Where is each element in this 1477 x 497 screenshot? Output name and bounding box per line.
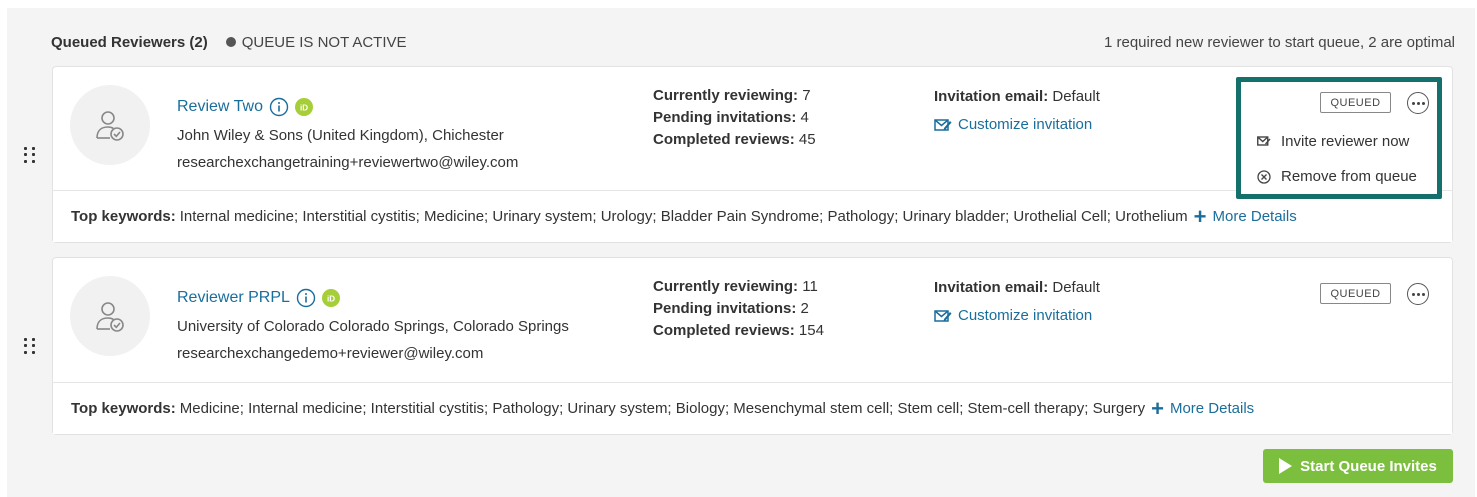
plus-icon: +	[1193, 203, 1207, 229]
keywords-list: Internal medicine; Interstitial cystitis…	[179, 208, 1188, 225]
reviewer-email: researchexchangetraining+reviewertwo@wil…	[177, 154, 519, 171]
invitation-email: Invitation email: Default	[934, 88, 1100, 105]
more-details-link[interactable]: + More Details	[1151, 395, 1254, 421]
orcid-icon[interactable]: iD	[321, 289, 340, 307]
edit-mail-icon	[934, 118, 952, 131]
plus-icon: +	[1151, 395, 1164, 421]
currently-reviewing-count: 7	[802, 87, 811, 104]
remove-from-queue-menu-item[interactable]: Remove from queue	[1241, 159, 1437, 194]
drag-handle-icon[interactable]	[24, 338, 36, 354]
user-check-icon	[96, 302, 124, 332]
top-keywords: Top keywords: Medicine; Internal medicin…	[53, 382, 1452, 434]
queue-header: Queued Reviewers (2) QUEUE IS NOT ACTIVE…	[51, 32, 1455, 52]
pending-invitations-count: 4	[800, 109, 809, 126]
reviewer-stats: Currently reviewing: 7 Pending invitatio…	[653, 87, 816, 148]
avatar	[70, 276, 150, 356]
play-icon	[1279, 458, 1293, 474]
invite-now-menu-item[interactable]: Invite reviewer now	[1241, 124, 1437, 159]
customize-invitation-link[interactable]: Customize invitation	[934, 116, 1092, 133]
currently-reviewing-count: 11	[802, 278, 818, 295]
reviewer-name-link[interactable]: Review Two	[177, 98, 263, 116]
completed-reviews-count: 154	[798, 322, 824, 339]
more-details-link[interactable]: + More Details	[1193, 203, 1297, 229]
edit-mail-icon	[934, 309, 952, 322]
reviewer-name-link[interactable]: Reviewer PRPL	[177, 289, 290, 307]
queued-badge: QUEUED	[1320, 283, 1391, 304]
queue-title: Queued Reviewers (2)	[51, 33, 208, 51]
avatar	[70, 85, 150, 165]
svg-text:iD: iD	[300, 104, 308, 113]
info-icon[interactable]	[296, 288, 316, 308]
invitation-email: Invitation email: Default	[934, 279, 1100, 296]
queue-status-text: QUEUE IS NOT ACTIVE	[241, 33, 407, 51]
send-mail-icon	[1257, 136, 1271, 146]
start-queue-invites-button[interactable]: Start Queue Invites	[1263, 449, 1453, 483]
keywords-list: Medicine; Internal medicine; Interstitia…	[179, 400, 1146, 417]
reviewer-affiliation: University of Colorado Colorado Springs,…	[177, 318, 569, 335]
reviewer-email: researchexchangedemo+reviewer@wiley.com	[177, 345, 484, 362]
orcid-icon[interactable]: iD	[294, 98, 313, 116]
reviewer-affiliation: John Wiley & Sons (United Kingdom), Chic…	[177, 127, 504, 144]
info-icon[interactable]	[269, 97, 289, 117]
queue-status: QUEUE IS NOT ACTIVE	[225, 33, 407, 51]
reviewer-stats: Currently reviewing: 11 Pending invitati…	[653, 278, 824, 339]
drag-handle-icon[interactable]	[24, 147, 36, 163]
more-options-button[interactable]	[1407, 283, 1429, 305]
queue-requirement-note: 1 required new reviewer to start queue, …	[1103, 33, 1455, 51]
user-check-icon	[96, 111, 124, 141]
completed-reviews-count: 45	[798, 131, 816, 148]
remove-circle-icon	[1257, 169, 1271, 184]
status-dot-icon	[225, 37, 236, 47]
reviewer-card: Reviewer PRPL iD University of Colorado …	[52, 257, 1453, 435]
pending-invitations-count: 2	[800, 300, 809, 317]
svg-text:iD: iD	[327, 295, 335, 304]
reviewer-options-menu: Invite reviewer now Remove from queue	[1241, 124, 1437, 194]
customize-invitation-link[interactable]: Customize invitation	[934, 307, 1092, 324]
